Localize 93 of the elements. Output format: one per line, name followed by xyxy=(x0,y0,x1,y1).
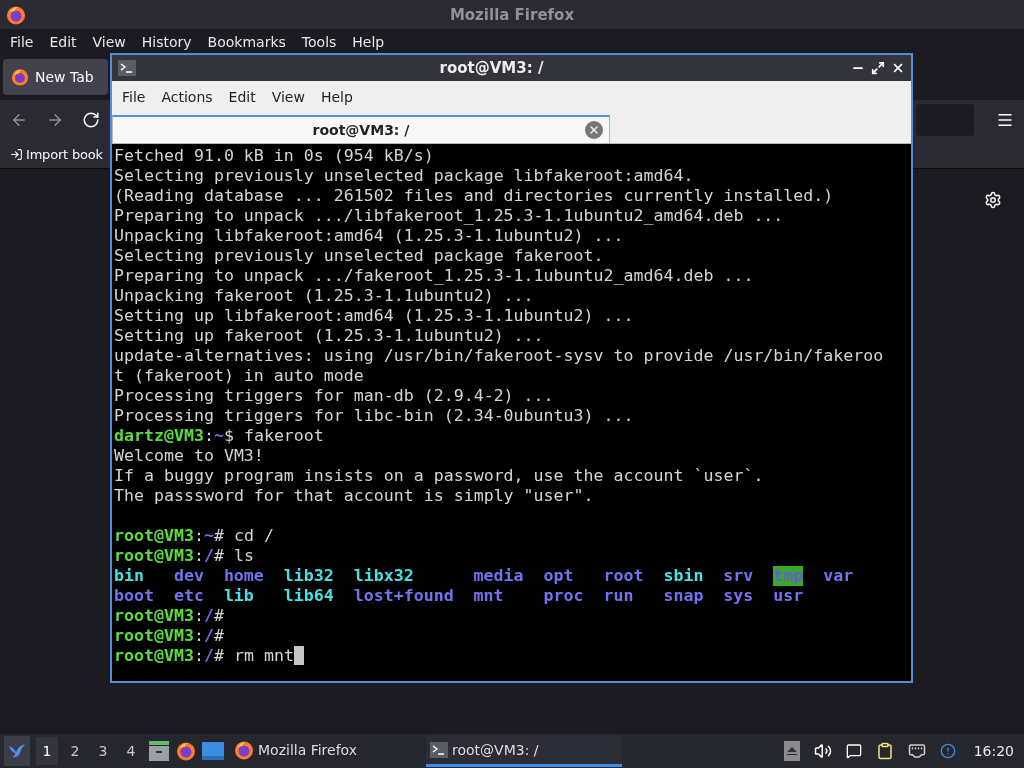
terminal-output-line: Selecting previously unselected package fakeroot. xyxy=(114,246,605,266)
reload-icon[interactable] xyxy=(82,111,100,129)
eject-icon[interactable] xyxy=(783,741,800,761)
menu-item[interactable]: Help xyxy=(312,89,361,105)
workspace-button[interactable]: 1 xyxy=(36,737,58,765)
terminal-output-line: update-alternatives: using /usr/bin/fakeroot-sysv to provide /usr/bin/fakeroo xyxy=(114,346,885,366)
terminal-output-line: Preparing to unpack .../fakeroot_1.25.3-1.1ubuntu2_amd64.deb ... xyxy=(114,266,755,286)
prompt-line: root@VM3:/# xyxy=(114,606,225,626)
forward-icon[interactable] xyxy=(46,111,64,129)
prompt-line: dartz@VM3:~$ fakeroot xyxy=(114,426,325,446)
directory-name: snap xyxy=(663,586,704,606)
menu-item[interactable]: Bookmarks xyxy=(199,33,294,50)
terminal-output-line: Fetched 91.0 kB in 0s (954 kB/s) xyxy=(114,146,435,166)
directory-name: root xyxy=(603,566,644,586)
directory-name: opt xyxy=(543,566,574,586)
directory-name: lib xyxy=(223,586,254,606)
window-title: Mozilla Firefox xyxy=(448,5,576,24)
menu-item[interactable]: Edit xyxy=(41,33,85,50)
directory-name: var xyxy=(823,566,854,586)
maximize-icon[interactable] xyxy=(871,61,885,75)
window-title: root@VM3: / xyxy=(438,59,545,77)
directory-name: usr xyxy=(773,586,804,606)
taskbar-task[interactable]: root@VM3: / xyxy=(426,735,622,767)
directory-name: lib64 xyxy=(283,586,334,606)
close-icon[interactable] xyxy=(891,61,905,75)
menu-item[interactable]: View xyxy=(84,33,134,50)
directory-name: home xyxy=(223,566,264,586)
volume-icon[interactable] xyxy=(813,742,832,760)
browser-tab[interactable]: New Tab xyxy=(3,59,108,95)
directory-name: mnt xyxy=(473,586,504,606)
terminal-output-line: (Reading database ... 261502 files and directories currently installed.) xyxy=(114,186,835,206)
bookmark-item[interactable]: Import book xyxy=(10,146,103,162)
terminal-output-line: Setting up fakeroot (1.25.3-1.1ubuntu2) ... xyxy=(114,326,545,346)
notification-icon[interactable] xyxy=(939,743,956,759)
terminal-icon xyxy=(430,741,448,758)
directory-name: etc xyxy=(173,586,204,606)
directory-name: sbin xyxy=(663,566,704,586)
prompt-line: root@VM3:/# xyxy=(114,626,225,646)
terminal-output-line: t (fakeroot) in auto mode xyxy=(114,366,365,386)
directory-name: media xyxy=(473,566,524,586)
terminal-output-line: The passsword for that account is simply "user". xyxy=(114,486,595,506)
prompt-line: root@VM3:/# rm mnt xyxy=(114,646,911,666)
directory-name: srv xyxy=(723,566,754,586)
directory-name: dev xyxy=(173,566,204,586)
menu-item[interactable]: Help xyxy=(344,33,393,50)
menu-item[interactable]: File xyxy=(114,89,154,105)
terminal-output-line: Processing triggers for man-db (2.9.4-2) ... xyxy=(114,386,555,406)
directory-name: proc xyxy=(543,586,584,606)
menu-item[interactable]: Tools xyxy=(293,33,345,50)
menu-icon[interactable] xyxy=(996,111,1014,129)
firefox-logo-icon xyxy=(11,68,29,86)
taskbar-task[interactable]: Mozilla Firefox xyxy=(230,735,420,767)
terminal-output-line: Welcome to VM3! xyxy=(114,446,265,466)
menu-item[interactable]: View xyxy=(263,89,313,105)
directory-name: lib32 xyxy=(283,566,334,586)
directory-name: boot xyxy=(114,586,154,606)
directory-name: run xyxy=(603,586,634,606)
directory-name: sys xyxy=(723,586,754,606)
network-icon[interactable] xyxy=(907,742,926,760)
prompt-line: root@VM3:~# cd / xyxy=(114,526,275,546)
clock: 16:20 xyxy=(973,743,1014,759)
clipboard-icon[interactable] xyxy=(875,742,894,760)
menu-item[interactable]: File xyxy=(2,33,42,50)
workspace-button[interactable]: 4 xyxy=(120,737,142,765)
terminal-output-line: Preparing to unpack .../libfakeroot_1.25.3-1.1ubuntu2_amd64.deb ... xyxy=(114,206,785,226)
message-icon[interactable] xyxy=(845,743,862,759)
firefox-logo-icon xyxy=(176,741,196,761)
firefox-logo-icon xyxy=(6,4,26,25)
terminal-output-line: Unpacking libfakeroot:amd64 (1.25.3-1.1ubuntu2) ... xyxy=(114,226,625,246)
menu-item[interactable]: History xyxy=(133,33,200,50)
terminal-output-line: Processing triggers for libc-bin (2.34-0ubuntu3) ... xyxy=(114,406,635,426)
terminal-output-line: Unpacking fakeroot (1.25.3-1.1ubuntu2) ... xyxy=(114,286,535,306)
import-icon xyxy=(10,147,23,161)
directory-name: tmp xyxy=(773,566,804,586)
back-icon[interactable] xyxy=(10,111,28,129)
prompt-line: root@VM3:/# ls xyxy=(114,546,255,566)
workspace-button[interactable]: 3 xyxy=(92,737,114,765)
menu-item[interactable]: Actions xyxy=(153,89,221,105)
menu-item[interactable]: Edit xyxy=(220,89,264,105)
terminal-output-line: Setting up libfakeroot:amd64 (1.25.3-1.1ubuntu2) ... xyxy=(114,306,635,326)
directory-name: libx32 xyxy=(353,566,414,586)
start-menu-button[interactable] xyxy=(4,736,30,766)
terminal-output-line: If a buggy program insists on a password, use the account `user`. xyxy=(114,466,765,486)
terminal-icon xyxy=(118,60,136,76)
file-cabinet-icon[interactable] xyxy=(148,741,170,761)
terminal-output-line: Selecting previously unselected package libfakeroot:amd64. xyxy=(114,166,695,186)
bird-icon xyxy=(8,743,26,759)
directory-name: bin xyxy=(114,566,144,586)
firefox-logo-icon xyxy=(234,739,254,760)
terminal-tab[interactable]: root@VM3: / xyxy=(112,115,610,143)
directory-name: lost+found xyxy=(353,586,454,606)
settings-icon[interactable] xyxy=(984,191,1002,209)
workspace-button[interactable]: 2 xyxy=(64,737,86,765)
